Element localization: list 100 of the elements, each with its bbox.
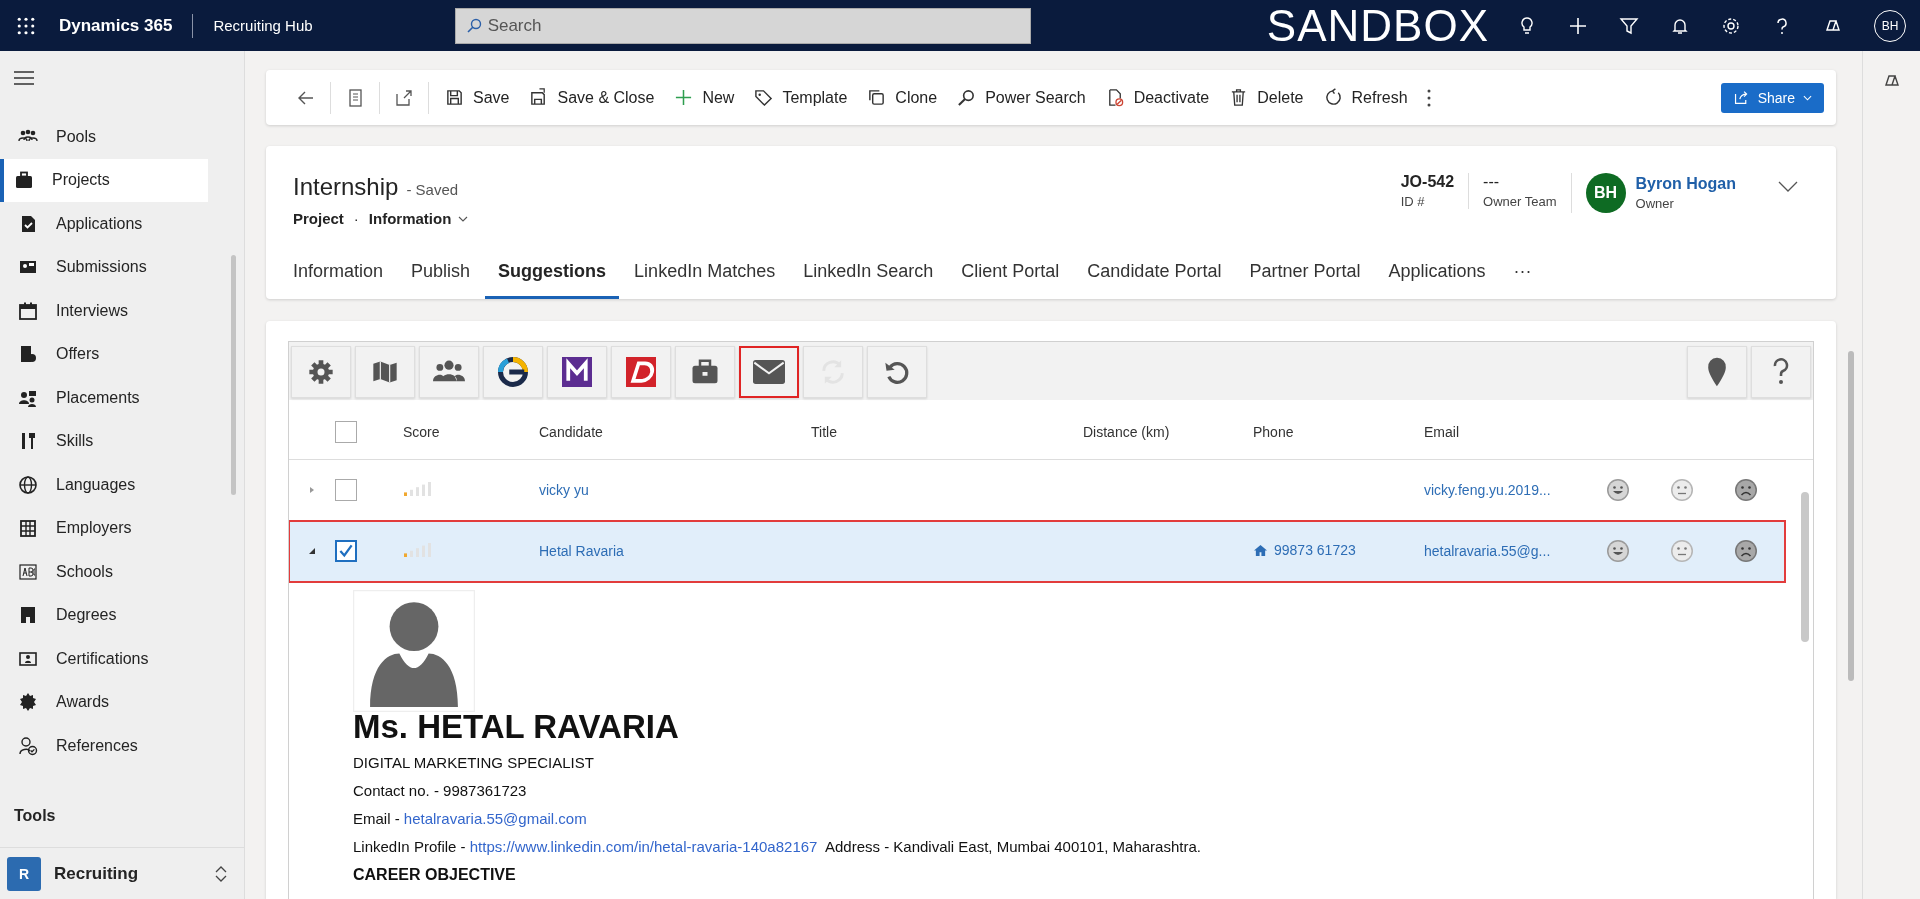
sad-face-icon[interactable] — [1734, 539, 1758, 563]
ring-tool-button[interactable] — [483, 346, 543, 398]
map-tool-button[interactable] — [355, 346, 415, 398]
form-tab[interactable]: LinkedIn Search — [790, 251, 947, 299]
candidate-link[interactable]: Hetal Ravaria — [539, 543, 811, 559]
neutral-face-icon[interactable] — [1670, 478, 1694, 502]
nav-item-icon — [18, 561, 38, 582]
expand-caret-icon[interactable] — [308, 486, 316, 494]
form-tab[interactable]: Partner Portal — [1236, 251, 1374, 299]
candidate-row[interactable]: Hetal Ravaria 99873 61723 hetalravaria.55@g... — [289, 521, 1785, 582]
form-tab[interactable]: Publish — [398, 251, 484, 299]
sidebar-item[interactable]: Offers — [0, 332, 208, 376]
sidebar-item[interactable]: Applications — [0, 202, 208, 246]
field-label: ID # — [1400, 194, 1426, 209]
sidebar-item[interactable]: Submissions — [0, 245, 208, 289]
column-header[interactable]: Title — [811, 423, 1083, 440]
people-tool-button[interactable] — [419, 346, 479, 398]
owner-link[interactable]: Byron Hogan — [1635, 175, 1736, 193]
sidebar-item[interactable]: Schools — [0, 550, 208, 594]
smiley-face-icon[interactable] — [1606, 478, 1630, 502]
command-button[interactable]: Power Search — [947, 77, 1096, 118]
form-tab[interactable]: Suggestions — [485, 251, 620, 299]
app-area-name[interactable]: Recruiting Hub — [213, 17, 313, 34]
sidebar-item[interactable]: Interviews — [0, 289, 208, 333]
sidebar-item[interactable]: Languages — [0, 463, 208, 507]
form-selector[interactable]: Information — [368, 210, 469, 227]
sad-face-icon[interactable] — [1734, 478, 1758, 502]
command-button[interactable]: Save — [435, 77, 520, 118]
plus-icon[interactable] — [1568, 15, 1588, 36]
menu-icon[interactable] — [14, 71, 34, 85]
command-button[interactable]: Template — [744, 77, 858, 118]
sidebar-item[interactable]: Placements — [0, 376, 208, 420]
command-icon — [1323, 88, 1343, 107]
resume-link[interactable]: https://www.linkedin.com/in/hetal-ravaria-140a82167 — [469, 838, 818, 855]
mail-tool-button[interactable] — [739, 346, 799, 398]
command-button[interactable]: Clone — [857, 77, 948, 118]
scrollbar-thumb[interactable] — [1848, 351, 1854, 681]
command-button[interactable]: Deactivate — [1095, 77, 1220, 118]
candidate-name: Ms. HETAL RAVARIA — [353, 708, 680, 746]
command-button[interactable]: Delete — [1219, 77, 1314, 118]
share-button[interactable]: Share — [1720, 82, 1824, 113]
pin-tool-button[interactable] — [1687, 346, 1747, 398]
sidebar-item[interactable]: Projects — [0, 158, 208, 202]
resume-line: Contact no. - 9987361723 — [353, 781, 528, 801]
row-checkbox[interactable] — [335, 479, 357, 501]
column-header[interactable]: Phone — [1253, 423, 1424, 440]
envelope-icon — [753, 360, 785, 384]
nav-item-icon — [18, 735, 38, 756]
scrollbar-thumb[interactable] — [231, 255, 236, 495]
search-field[interactable]: Search — [454, 7, 1031, 44]
undo-tool-button[interactable] — [867, 346, 927, 398]
sidebar-item[interactable]: Skills — [0, 419, 208, 463]
form-tab[interactable]: LinkedIn Matches — [621, 251, 789, 299]
d-logo-tool-button[interactable] — [611, 346, 671, 398]
more-tabs-button[interactable]: ··· — [1500, 251, 1545, 299]
area-switcher[interactable]: R Recruiting — [0, 847, 244, 899]
form-tab[interactable]: Applications — [1375, 251, 1499, 299]
briefcase-tool-button[interactable] — [675, 346, 735, 398]
chevron-down-icon[interactable] — [1778, 181, 1798, 193]
command-button[interactable]: New — [664, 77, 745, 118]
field-label: Owner Team — [1483, 194, 1557, 209]
settings-tool-button[interactable] — [291, 346, 351, 398]
area-name: Recruiting — [54, 863, 140, 884]
form-tab[interactable]: Client Portal — [948, 251, 1073, 299]
candidate-link[interactable]: vicky yu — [539, 482, 811, 498]
form-tab[interactable]: Information — [293, 251, 397, 299]
column-header[interactable]: Email — [1424, 423, 1594, 440]
column-header[interactable]: Score — [403, 423, 539, 440]
column-header[interactable]: Candidate — [539, 423, 811, 440]
settings-icon[interactable] — [1721, 15, 1741, 36]
m-logo-tool-button[interactable] — [547, 346, 607, 398]
sidebar-item[interactable]: Degrees — [0, 593, 208, 637]
sidebar-item[interactable]: Pools — [0, 115, 208, 159]
email-link[interactable]: vicky.feng.yu.2019... — [1424, 482, 1594, 498]
neutral-face-icon[interactable] — [1670, 539, 1694, 563]
app-title[interactable]: Dynamics 365 — [59, 15, 173, 36]
email-link[interactable]: hetalravaria.55@g... — [1424, 543, 1594, 559]
command-icon — [445, 88, 464, 107]
command-button[interactable]: Refresh — [1313, 77, 1418, 118]
help-tool-button[interactable] — [1751, 346, 1811, 398]
app-launcher-icon[interactable] — [17, 16, 35, 35]
select-all-checkbox[interactable] — [335, 420, 357, 443]
field-label: Owner — [1635, 196, 1675, 211]
filter-icon[interactable] — [1619, 15, 1639, 36]
pop-out-icon[interactable] — [394, 87, 414, 108]
sidebar-item[interactable]: Certifications — [0, 637, 208, 681]
sidebar-item[interactable]: References — [0, 724, 208, 768]
smiley-face-icon[interactable] — [1606, 539, 1630, 563]
command-button[interactable]: Save & Close — [519, 77, 665, 118]
sidebar-item[interactable]: Employers — [0, 506, 208, 550]
form-tab[interactable]: Candidate Portal — [1074, 251, 1235, 299]
command-icon — [867, 88, 887, 107]
collapse-caret-icon[interactable] — [308, 547, 316, 555]
phone-link[interactable]: 99873 61723 — [1253, 542, 1356, 559]
more-options-icon[interactable] — [1425, 87, 1432, 108]
scrollbar-thumb[interactable] — [1801, 492, 1809, 642]
column-header[interactable]: Distance (km) — [1083, 423, 1253, 440]
resume-link[interactable]: hetalravaria.55@gmail.com — [403, 810, 587, 827]
sidebar-item[interactable]: Awards — [0, 680, 208, 724]
row-checkbox[interactable] — [335, 540, 357, 562]
